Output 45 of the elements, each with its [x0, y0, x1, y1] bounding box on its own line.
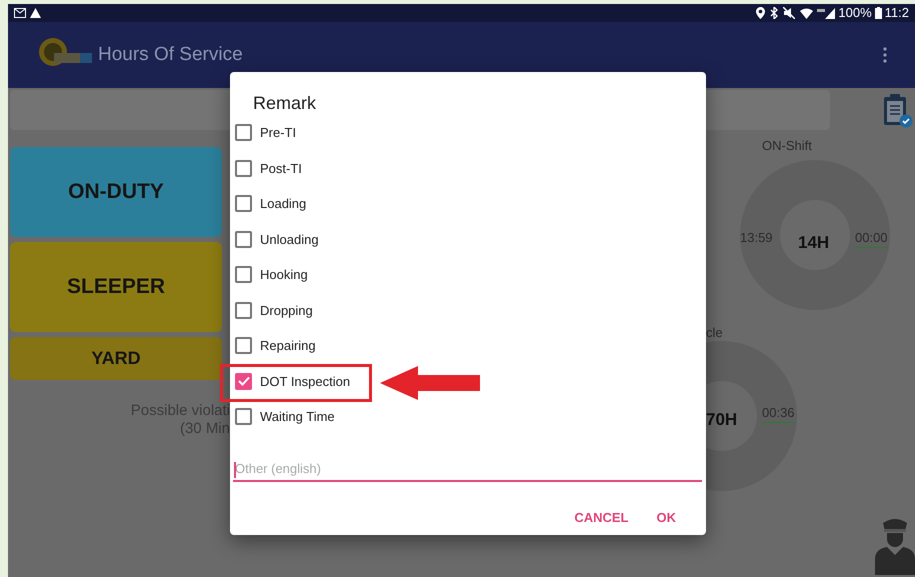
bluetooth-icon [770, 7, 778, 19]
wifi-icon [800, 8, 814, 18]
duty-status-button[interactable]: ON-DUTY [10, 147, 222, 237]
option-label: Loading [260, 195, 306, 213]
on-shift-label: ON-Shift [762, 137, 813, 155]
signal-icon [817, 8, 836, 18]
other-input[interactable]: Other (english) [233, 458, 702, 482]
checkbox[interactable] [235, 124, 252, 142]
cycle-hours-limit: 70H [706, 408, 738, 430]
option-label: Dropping [260, 302, 313, 320]
cycle-label: cle [706, 326, 724, 340]
checkbox[interactable] [235, 372, 252, 390]
dialog-title: Remark [253, 92, 318, 114]
battery-percent: 100% [838, 4, 872, 22]
overflow-menu-icon[interactable] [883, 47, 887, 63]
option-label: Waiting Time [260, 408, 335, 426]
location-icon [756, 7, 766, 19]
checkbox[interactable] [235, 302, 252, 319]
duty-status-button[interactable]: SLEEPER [10, 242, 222, 332]
mute-icon [783, 7, 796, 19]
clock: 11:2 [884, 4, 909, 22]
dialog-button[interactable]: OK [652, 504, 680, 531]
checkbox[interactable] [235, 408, 252, 426]
option-label: Repairing [260, 337, 316, 355]
option-label: Pre-TI [260, 124, 296, 142]
hours-limit: 14H [798, 232, 830, 254]
option-label: Unloading [260, 230, 319, 249]
checkbox[interactable] [235, 337, 252, 354]
app-title: Hours Of Service [98, 42, 243, 67]
option-label: Post-TI [260, 160, 302, 178]
checkbox[interactable] [235, 230, 252, 248]
warning-icon [30, 8, 41, 18]
option-label: Hooking [260, 266, 308, 284]
checkbox[interactable] [235, 266, 252, 284]
battery-icon [874, 7, 882, 19]
duty-status-button[interactable]: YARD [10, 337, 222, 380]
option-label: DOT Inspection [260, 372, 350, 391]
clipboard-check-icon[interactable] [883, 93, 913, 129]
text-cursor [234, 462, 236, 478]
officer-icon[interactable] [875, 517, 915, 575]
checkbox[interactable] [235, 160, 252, 177]
arrow-icon [380, 366, 480, 400]
dialog-button[interactable]: CANCEL [570, 504, 632, 531]
checkbox[interactable] [235, 195, 252, 212]
mail-icon [14, 8, 26, 18]
